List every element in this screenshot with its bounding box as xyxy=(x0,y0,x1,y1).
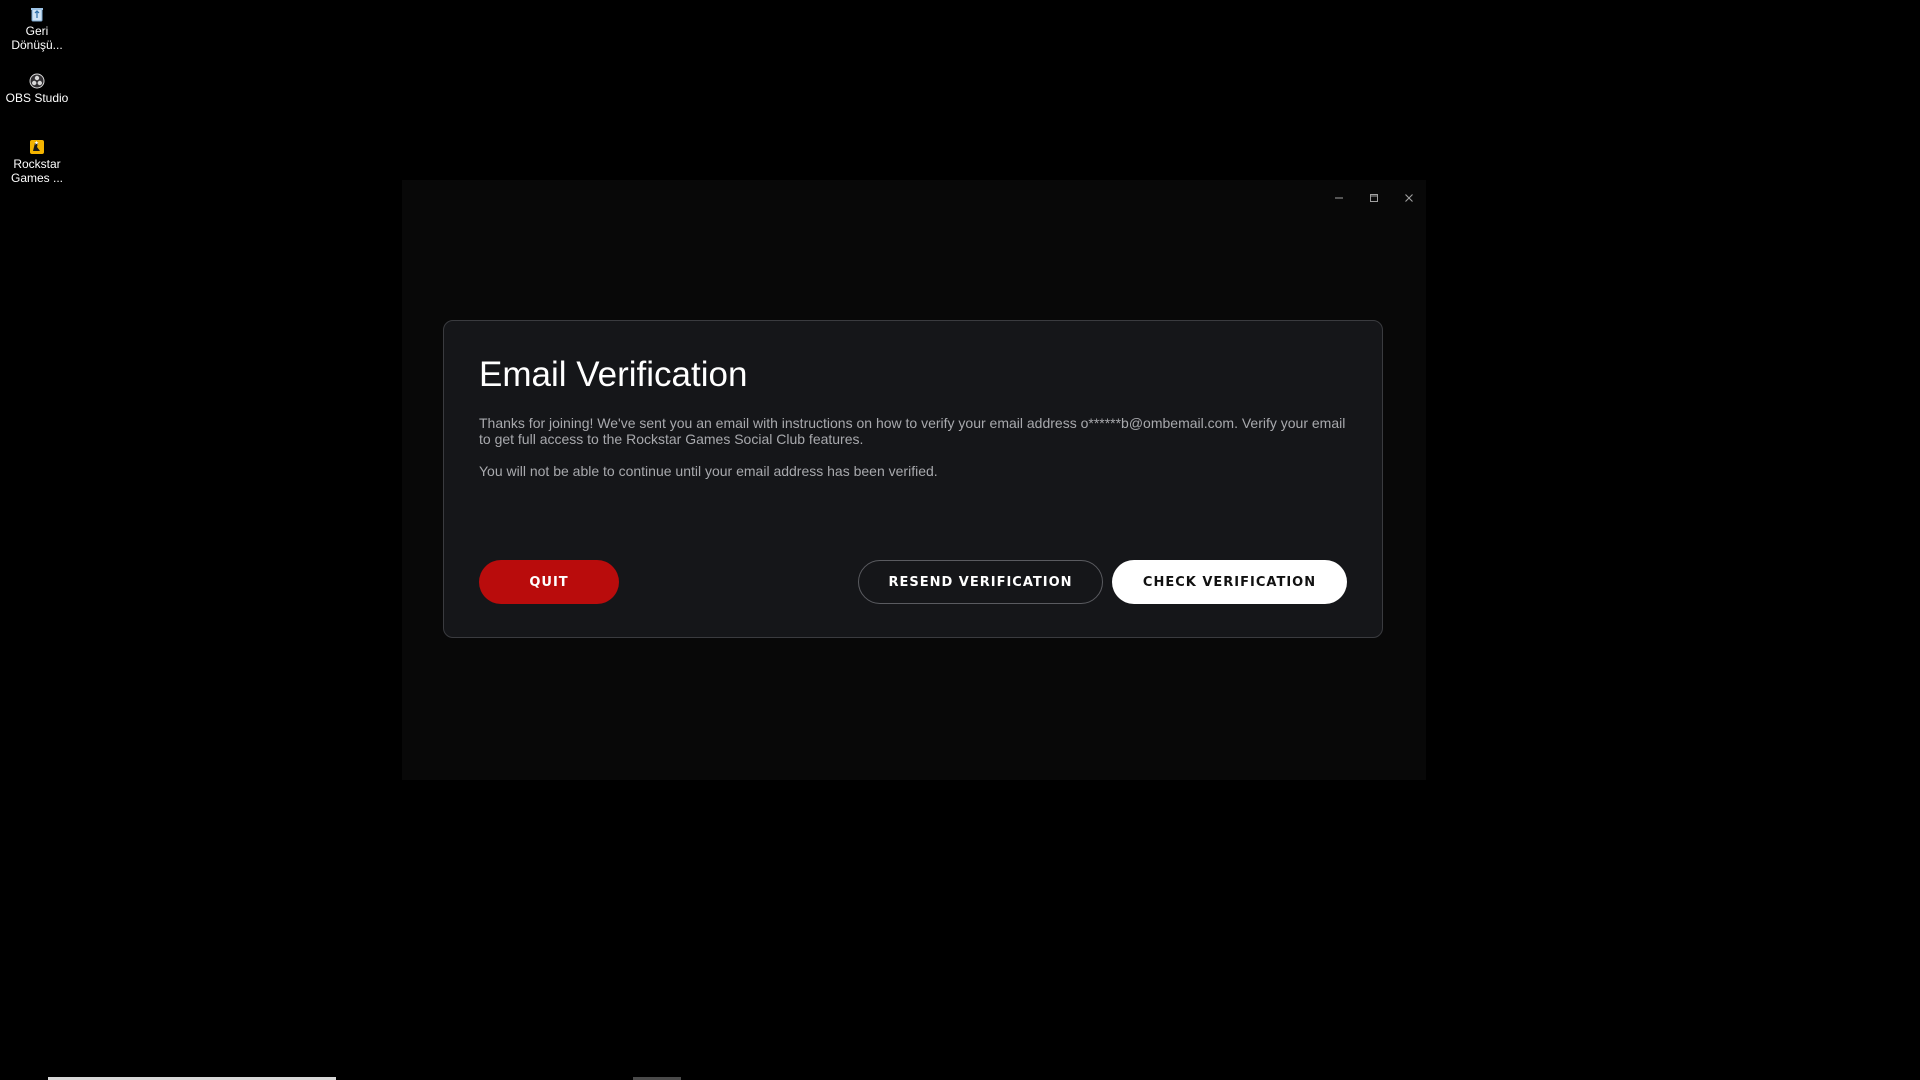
desktop: Geri Dönüşü... OBS Studio Rockstar Games… xyxy=(0,0,1920,1080)
desktop-icon-label: Rockstar Games ... xyxy=(10,157,63,185)
rockstar-launcher-window: Email Verification Thanks for joining! W… xyxy=(402,180,1426,780)
desktop-icon-recycle-bin[interactable]: Geri Dönüşü... xyxy=(2,6,72,52)
desktop-icon-label: Geri Dönüşü... xyxy=(11,24,63,52)
rockstar-games-launcher-icon xyxy=(30,140,44,154)
desktop-icon-rockstar-games[interactable]: Rockstar Games ... xyxy=(2,139,72,185)
resend-verification-button[interactable]: RESEND VERIFICATION xyxy=(858,560,1103,604)
verification-warning: You will not be able to continue until y… xyxy=(479,463,938,479)
minimize-button[interactable] xyxy=(1321,180,1356,216)
quit-button[interactable]: QUIT xyxy=(479,560,619,604)
minimize-icon xyxy=(1334,197,1343,199)
close-icon xyxy=(1404,194,1413,202)
verification-message: Thanks for joining! We've sent you an em… xyxy=(479,415,1346,447)
obs-studio-icon xyxy=(29,73,45,89)
desktop-icon-label: OBS Studio xyxy=(5,91,69,105)
dialog-title: Email Verification xyxy=(479,355,748,394)
recycle-bin-icon xyxy=(31,8,43,22)
desktop-icon-obs-studio[interactable]: OBS Studio xyxy=(2,73,72,105)
maximize-icon xyxy=(1369,194,1378,202)
maximize-button[interactable] xyxy=(1356,180,1391,216)
close-button[interactable] xyxy=(1391,180,1426,216)
check-verification-button[interactable]: CHECK VERIFICATION xyxy=(1112,560,1347,604)
email-verification-dialog: Email Verification Thanks for joining! W… xyxy=(443,320,1383,638)
window-controls xyxy=(1321,180,1426,216)
